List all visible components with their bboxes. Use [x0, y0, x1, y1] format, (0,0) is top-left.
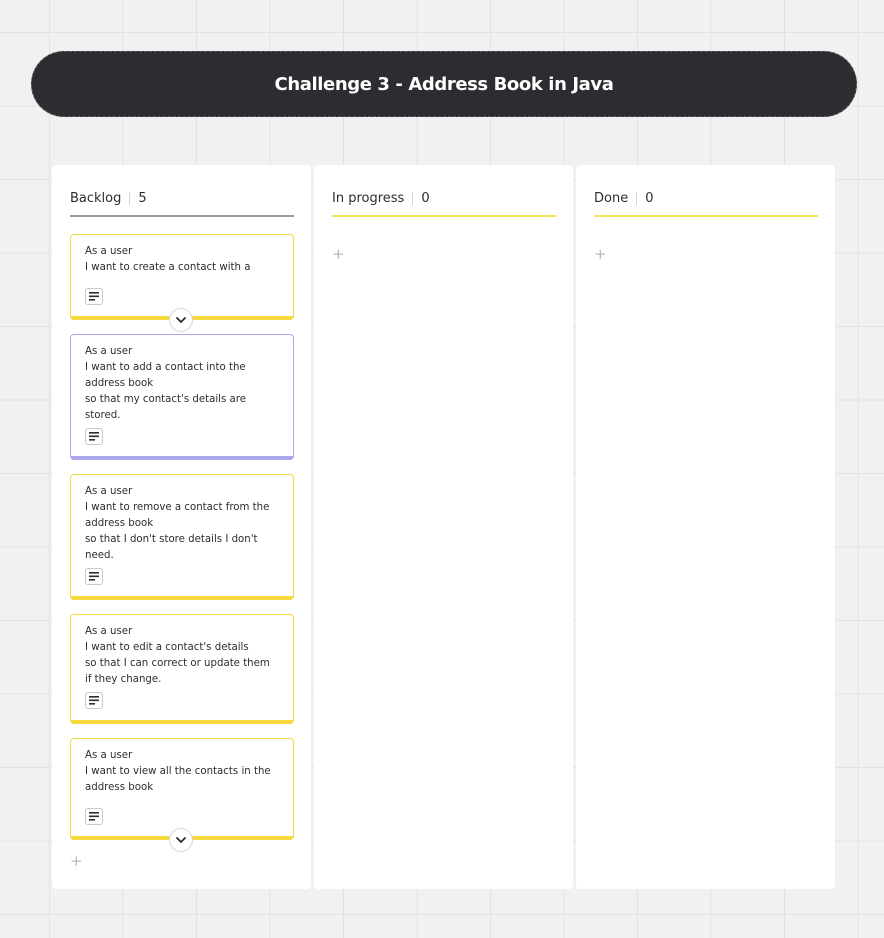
column-header-in-progress[interactable]: In progress 0: [332, 181, 556, 217]
header-divider: [412, 191, 414, 205]
column-count: 0: [421, 190, 430, 206]
card-text-line: I want to add a contact into the: [85, 362, 246, 373]
add-card-button[interactable]: +: [594, 247, 607, 262]
card-text-line: I want to create a contact with a: [85, 262, 251, 273]
card-text-line: As a user: [85, 626, 133, 637]
column-done: Done 0 +: [576, 165, 835, 889]
add-card-button[interactable]: +: [332, 247, 345, 262]
note-icon[interactable]: [85, 568, 103, 585]
story-card[interactable]: As a user I want to remove a contact fro…: [70, 474, 294, 600]
card-text-line: if they change.: [85, 674, 162, 685]
card-text-line: so that I don't store details I don't: [85, 534, 258, 545]
card-text-line: so that my contact's details are: [85, 394, 247, 405]
column-title: Backlog: [70, 190, 122, 206]
card-text-line: address book: [85, 518, 154, 529]
story-card[interactable]: As a user I want to edit a contact's det…: [70, 614, 294, 724]
board-title: Challenge 3 - Address Book in Java: [274, 73, 614, 95]
card-text-line: address book: [85, 782, 154, 793]
add-card-button[interactable]: +: [70, 854, 83, 869]
card-text-line: I want to edit a contact's details: [85, 642, 249, 653]
header-divider: [129, 191, 131, 205]
column-count: 0: [645, 190, 654, 206]
column-header-done[interactable]: Done 0: [594, 181, 818, 217]
note-icon[interactable]: [85, 692, 103, 709]
note-icon[interactable]: [85, 288, 103, 305]
note-icon[interactable]: [85, 428, 103, 445]
card-text-line: so that I can correct or update them: [85, 658, 270, 669]
story-card[interactable]: As a user I want to view all the contact…: [70, 738, 294, 840]
header-divider: [636, 191, 638, 205]
column-backlog: Backlog 5 As a user I want to create a c…: [52, 165, 311, 889]
story-card[interactable]: As a user I want to add a contact into t…: [70, 334, 294, 460]
chevron-down-icon[interactable]: [169, 308, 193, 332]
card-text-line: address book: [85, 378, 154, 389]
card-text-line: I want to view all the contacts in the: [85, 766, 271, 777]
column-count: 5: [138, 190, 147, 206]
column-title: Done: [594, 190, 629, 206]
column-title: In progress: [332, 190, 405, 206]
note-icon[interactable]: [85, 808, 103, 825]
card-text-line: As a user: [85, 750, 133, 761]
column-header-backlog[interactable]: Backlog 5: [70, 181, 294, 217]
card-text-line: As a user: [85, 486, 133, 497]
board-title-frame[interactable]: Challenge 3 - Address Book in Java: [31, 51, 857, 117]
column-in-progress: In progress 0 +: [314, 165, 573, 889]
card-text-line: As a user: [85, 346, 133, 357]
card-text-line: stored.: [85, 410, 121, 421]
card-text-line: need.: [85, 550, 114, 561]
chevron-down-icon[interactable]: [169, 828, 193, 852]
card-text-line: As a user: [85, 246, 133, 257]
card-text-line: I want to remove a contact from the: [85, 502, 270, 513]
